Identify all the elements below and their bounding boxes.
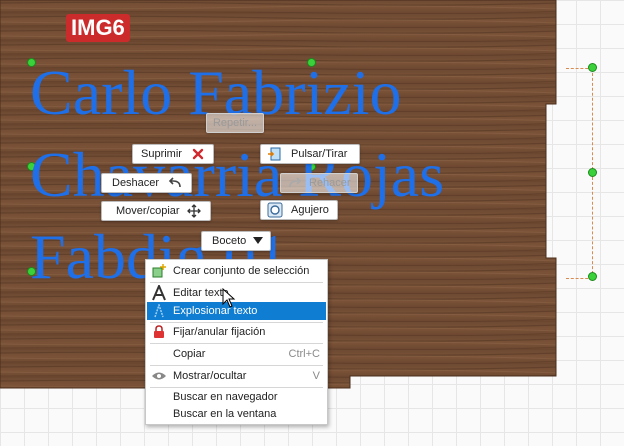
selection-handle[interactable]: [588, 168, 597, 177]
selection-handle[interactable]: [27, 267, 36, 276]
hole-button[interactable]: Agujero: [260, 200, 338, 220]
menu-item-shortcut: V: [312, 370, 320, 382]
selection-set-icon: [149, 262, 169, 280]
redo-arrow-icon: [287, 175, 303, 191]
delete-button[interactable]: Suprimir: [132, 144, 214, 164]
undo-arrow-icon: [167, 175, 183, 191]
redo-button[interactable]: Rehacer: [280, 173, 358, 193]
redo-label: Rehacer: [309, 177, 351, 189]
context-menu: Crear conjunto de selección Editar texto…: [145, 259, 328, 425]
selection-handle[interactable]: [27, 162, 36, 171]
text-a-icon: [149, 284, 169, 302]
menu-item-shortcut: Ctrl+C: [288, 348, 320, 360]
menu-item-copy[interactable]: Copiar Ctrl+C: [147, 345, 326, 363]
move-copy-label: Mover/copiar: [116, 205, 180, 217]
press-pull-button[interactable]: Pulsar/Tirar: [260, 144, 360, 164]
selection-handle[interactable]: [27, 58, 36, 67]
press-pull-label: Pulsar/Tirar: [291, 148, 348, 160]
menu-item-show-hide[interactable]: Mostrar/ocultar V: [147, 367, 326, 385]
press-pull-icon: [267, 146, 283, 162]
move-copy-button[interactable]: Mover/copiar: [101, 201, 211, 221]
repeat-button[interactable]: Repetir...: [206, 113, 264, 133]
chevron-down-icon: [252, 233, 264, 249]
sketch-label: Boceto: [212, 235, 247, 247]
menu-item-label: Buscar en la ventana: [173, 408, 277, 420]
selection-handle[interactable]: [588, 63, 597, 72]
sketch-dropdown-button[interactable]: Boceto: [201, 231, 271, 251]
eye-icon: [149, 367, 169, 385]
menu-item-label: Mostrar/ocultar: [173, 370, 247, 382]
selection-handle[interactable]: [307, 58, 316, 67]
menu-item-edit-text[interactable]: Editar texto: [147, 284, 326, 302]
menu-item-label: Copiar: [173, 348, 206, 360]
menu-separator: [150, 343, 323, 344]
menu-item-label: Editar texto: [173, 287, 229, 299]
hole-icon: [267, 202, 283, 218]
delete-label: Suprimir: [141, 148, 182, 160]
move-arrows-icon: [186, 203, 202, 219]
delete-x-icon: [190, 146, 206, 162]
menu-item-find-in-browser[interactable]: Buscar en navegador: [147, 388, 326, 406]
menu-item-explode-text[interactable]: Explosionar texto: [147, 302, 326, 320]
selection-handle[interactable]: [588, 272, 597, 281]
menu-separator: [150, 365, 323, 366]
lock-icon: [149, 323, 169, 341]
image-tag: IMG6: [66, 14, 130, 42]
undo-label: Deshacer: [112, 177, 160, 189]
mouse-cursor-icon: [222, 288, 236, 308]
undo-button[interactable]: Deshacer: [101, 173, 192, 193]
explode-text-icon: [149, 302, 169, 320]
menu-item-find-in-window[interactable]: Buscar en la ventana: [147, 405, 326, 423]
menu-item-create-selection-set[interactable]: Crear conjunto de selección: [147, 262, 326, 280]
menu-item-label: Fijar/anular fijación: [173, 326, 266, 338]
menu-item-label: Crear conjunto de selección: [173, 265, 310, 277]
hole-label: Agujero: [291, 204, 329, 216]
repeat-label: Repetir...: [212, 117, 258, 129]
menu-item-label: Explosionar texto: [173, 305, 258, 317]
menu-separator: [150, 282, 323, 283]
menu-item-label: Buscar en navegador: [173, 391, 278, 403]
menu-item-lock-unlock[interactable]: Fijar/anular fijación: [147, 323, 326, 341]
